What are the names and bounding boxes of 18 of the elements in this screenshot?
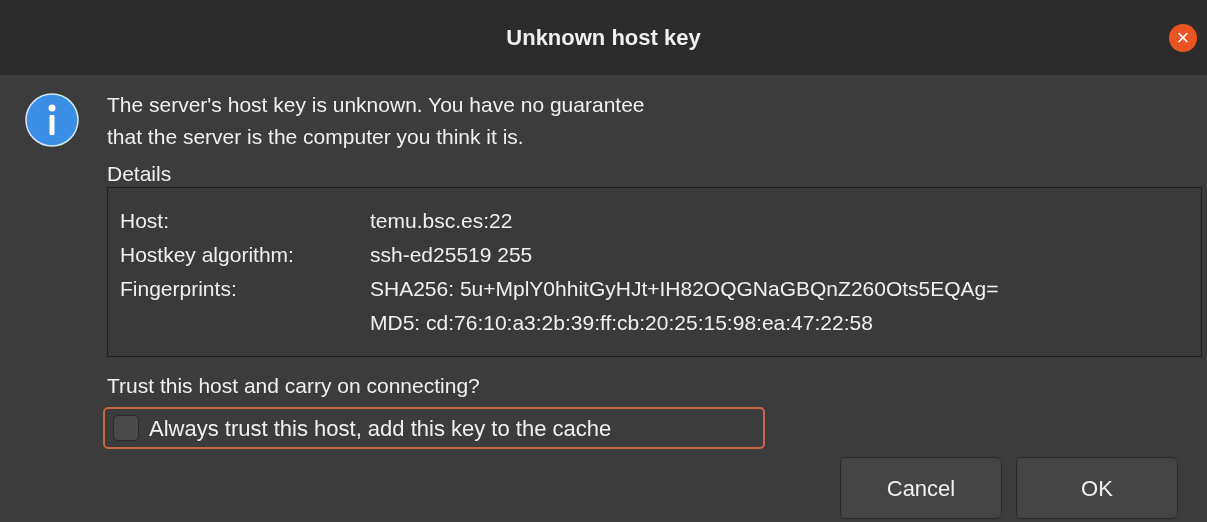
close-button[interactable]: × bbox=[1169, 24, 1197, 52]
dialog-button[interactable]: Cancel bbox=[840, 457, 1002, 519]
detail-value: MD5: cd:76:10:a3:2b:39:ff:cb:20:25:15:98:ea:47:22:58 bbox=[370, 310, 874, 336]
detail-value: temu.bsc.es:22 bbox=[370, 208, 513, 234]
details-legend: Details bbox=[107, 161, 1202, 187]
checkbox-box[interactable] bbox=[113, 415, 139, 441]
message-text: The server's host key is unknown. You have no guarantee bbox=[107, 92, 646, 118]
message-text: that the server is the computer you think it is. bbox=[107, 124, 525, 150]
dialog-button[interactable]: OK bbox=[1016, 457, 1178, 519]
detail-label: Fingerprints: bbox=[120, 276, 238, 302]
detail-label: Host: bbox=[120, 208, 170, 234]
question-text: Trust this host and carry on connecting? bbox=[107, 373, 481, 399]
window-title: Unknown host key bbox=[506, 24, 701, 52]
detail-value: ssh-ed25519 255 bbox=[370, 242, 533, 268]
info-icon bbox=[25, 93, 79, 147]
detail-label: Hostkey algorithm: bbox=[120, 242, 295, 268]
detail-value: SHA256: 5u+MplY0hhitGyHJt+IH82OQGNaGBQnZ260Ots5EQAg= bbox=[370, 276, 999, 302]
trust-checkbox[interactable]: Always trust this host, add this key to the cache bbox=[103, 407, 765, 449]
